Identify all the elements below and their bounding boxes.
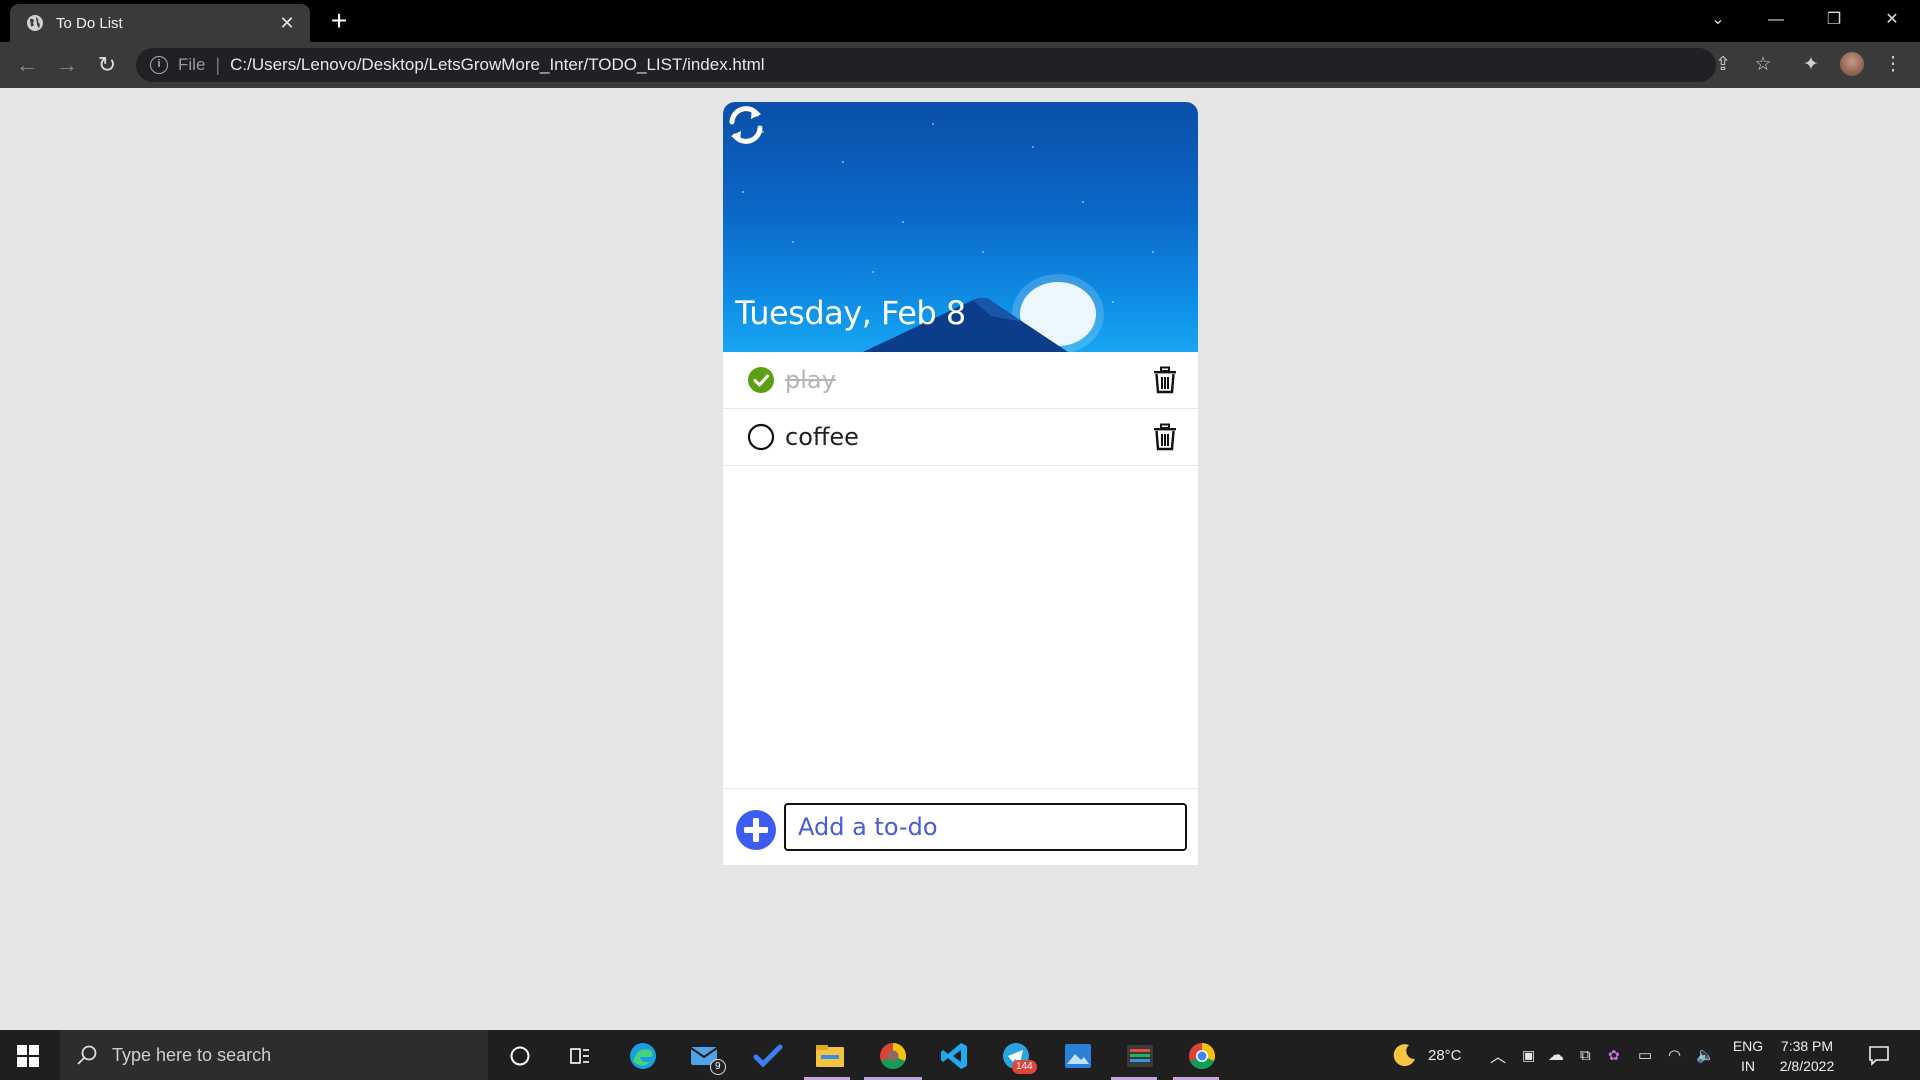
- todo-item: play: [723, 352, 1198, 409]
- current-date: Tuesday, Feb 8: [735, 294, 966, 332]
- address-bar[interactable]: i File | C:/Users/Lenovo/Desktop/LetsGro…: [136, 48, 1716, 82]
- todo-text: coffee: [785, 423, 859, 451]
- todo-app-icon[interactable]: [751, 1039, 785, 1073]
- forward-arrow-icon[interactable]: →: [52, 50, 82, 80]
- extensions-icon[interactable]: ✦: [1798, 52, 1824, 78]
- weather-widget[interactable]: 28°C: [1392, 1030, 1462, 1080]
- battery-icon[interactable]: ▭: [1638, 1030, 1652, 1080]
- language-indicator[interactable]: ENG IN: [1728, 1036, 1768, 1076]
- clock[interactable]: 7:38 PM 2/8/2022: [1772, 1036, 1842, 1076]
- address-url[interactable]: C:/Users/Lenovo/Desktop/LetsGrowMore_Int…: [230, 55, 764, 75]
- show-hidden-icons-icon[interactable]: ︿: [1490, 1030, 1506, 1080]
- add-todo-row: [723, 788, 1198, 865]
- chrome-icon[interactable]: [1185, 1039, 1219, 1073]
- tab-title: To Do List: [56, 14, 123, 32]
- wifi-icon[interactable]: ◠: [1668, 1030, 1681, 1080]
- region-code: IN: [1741, 1058, 1755, 1074]
- todo-list: play coffee: [723, 352, 1198, 466]
- volume-icon[interactable]: 🔈: [1696, 1030, 1715, 1080]
- media-app-icon[interactable]: [1123, 1039, 1157, 1073]
- add-todo-button[interactable]: [735, 809, 777, 851]
- tab-search-icon[interactable]: ⌄: [1690, 0, 1746, 40]
- windows-start-icon[interactable]: [16, 1044, 40, 1068]
- photos-icon[interactable]: [1061, 1039, 1095, 1073]
- windows-taskbar: Type here to search 9 144 28°C ︿ ▣ ☁ ⧉ ✿…: [0, 1030, 1920, 1080]
- todo-app-card: Tuesday, Feb 8 play coffee: [723, 102, 1198, 865]
- cortana-icon[interactable]: [503, 1039, 537, 1073]
- chrome-profile-icon[interactable]: [876, 1039, 910, 1073]
- edge-browser-icon[interactable]: [626, 1039, 660, 1073]
- moon-weather-icon: [1393, 1044, 1415, 1067]
- meet-icon[interactable]: ▣: [1522, 1030, 1535, 1080]
- taskbar-search[interactable]: Type here to search: [60, 1030, 488, 1080]
- clock-time: 7:38 PM: [1780, 1038, 1834, 1054]
- todo-item: coffee: [723, 409, 1198, 466]
- mail-icon[interactable]: 9: [688, 1039, 726, 1075]
- onedrive-icon[interactable]: ☁: [1548, 1030, 1564, 1080]
- address-separator: |: [215, 54, 221, 75]
- telegram-badge: 144: [1012, 1060, 1037, 1074]
- back-arrow-icon[interactable]: ←: [12, 50, 42, 80]
- tab-close-button[interactable]: ✕: [276, 13, 298, 34]
- refresh-icon[interactable]: [723, 102, 769, 148]
- weather-temp: 28°C: [1428, 1046, 1462, 1064]
- checked-circle-icon[interactable]: [747, 366, 775, 394]
- trash-icon[interactable]: [1152, 423, 1178, 451]
- header-banner: Tuesday, Feb 8: [723, 102, 1198, 352]
- clock-date: 2/8/2022: [1779, 1058, 1835, 1074]
- display-icon[interactable]: ⧉: [1580, 1030, 1591, 1080]
- vscode-icon[interactable]: [937, 1039, 971, 1073]
- file-explorer-icon[interactable]: [813, 1039, 847, 1073]
- trash-icon[interactable]: [1152, 366, 1178, 394]
- mail-badge: 9: [710, 1059, 726, 1075]
- browser-toolbar: ← → ↻ i File | C:/Users/Lenovo/Desktop/L…: [0, 42, 1920, 88]
- app-tray-icon[interactable]: ✿: [1608, 1030, 1620, 1080]
- restore-button[interactable]: ❐: [1806, 0, 1862, 40]
- browser-tab-bar: To Do List ✕ + ⌄ — ❐ ✕: [0, 0, 1920, 42]
- close-window-button[interactable]: ✕: [1864, 0, 1920, 40]
- add-todo-input[interactable]: [784, 803, 1187, 851]
- minimize-button[interactable]: —: [1748, 0, 1804, 40]
- browser-tab[interactable]: To Do List ✕: [10, 4, 310, 42]
- profile-avatar[interactable]: [1840, 52, 1864, 76]
- search-icon: [77, 1045, 97, 1065]
- search-placeholder: Type here to search: [112, 1044, 272, 1065]
- reload-icon[interactable]: ↻: [92, 50, 122, 80]
- star-icon[interactable]: ☆: [1750, 52, 1776, 78]
- info-icon[interactable]: i: [150, 56, 168, 74]
- notifications-icon[interactable]: [1868, 1030, 1890, 1080]
- telegram-icon[interactable]: 144: [999, 1039, 1037, 1074]
- address-scheme: File: [178, 55, 206, 74]
- new-tab-button[interactable]: +: [324, 6, 354, 36]
- unchecked-circle-icon[interactable]: [747, 423, 775, 451]
- share-icon[interactable]: ⇪: [1710, 52, 1736, 78]
- more-menu-icon[interactable]: ⋮: [1880, 52, 1906, 78]
- task-view-icon[interactable]: [563, 1039, 597, 1073]
- globe-icon: [27, 15, 43, 31]
- todo-text: play: [785, 366, 836, 394]
- language-code: ENG: [1732, 1038, 1764, 1054]
